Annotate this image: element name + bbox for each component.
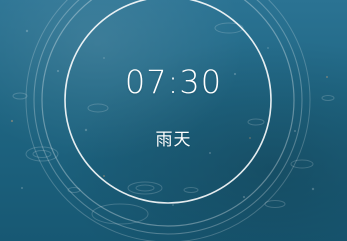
rain-background: 07:30 雨天 — [0, 0, 347, 241]
clock-time: 07:30 — [124, 63, 223, 101]
clock-rings — [25, 0, 311, 241]
weather-label: 雨天 — [155, 130, 192, 150]
